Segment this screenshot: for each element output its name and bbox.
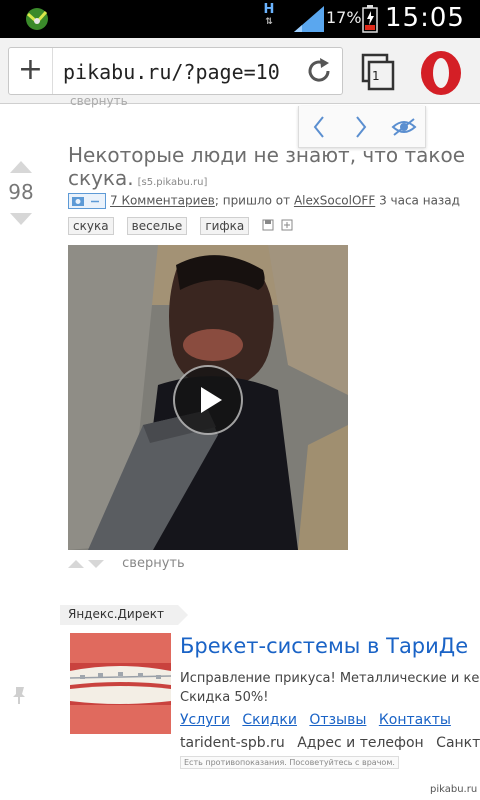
- tabs-button[interactable]: 1: [360, 52, 398, 92]
- author-link[interactable]: AlexSocolOFF: [294, 194, 375, 208]
- sent-from-label: ; пришло от: [214, 193, 294, 208]
- ad-link-discounts[interactable]: Скидки: [242, 712, 297, 728]
- signal-icon: [294, 6, 324, 32]
- network-type: H ⇅: [263, 2, 275, 27]
- watermark: pikabu.ru: [430, 784, 478, 795]
- post-source: [s5.pikabu.ru]: [137, 177, 208, 188]
- ad-text-line: Скидка 50%!: [180, 690, 269, 705]
- ad-domain-row: tarident-spb.ru Адрес и телефон Санкт-П: [180, 735, 480, 751]
- hide-eye-icon[interactable]: [391, 115, 417, 139]
- play-button[interactable]: [173, 365, 243, 435]
- teeth-image: [70, 633, 171, 734]
- post-title-text[interactable]: Некоторые люди не знают, что такое скука…: [68, 143, 465, 190]
- clock: 15:05: [385, 3, 465, 33]
- tag[interactable]: гифка: [200, 217, 250, 235]
- ad-text-line: Исправление прикуса! Металлические и кер: [180, 671, 480, 686]
- new-tab-plus-icon[interactable]: +: [9, 48, 53, 94]
- post-time: 3 часа назад: [375, 193, 460, 208]
- collapse-link[interactable]: свернуть: [122, 556, 185, 571]
- collapse-prev-link[interactable]: свернуть: [70, 94, 128, 108]
- next-arrow-icon[interactable]: [353, 115, 369, 139]
- post-tags: скука веселье гифка: [68, 215, 293, 235]
- ad-text: Исправление прикуса! Металлические и кер…: [180, 669, 480, 707]
- status-bar: H ⇅ 17% 15:05: [0, 0, 480, 38]
- prev-arrow-icon[interactable]: [311, 115, 327, 139]
- battery-percent: 17%: [326, 8, 362, 27]
- ad-title[interactable]: Брекет-системы в ТариДе: [180, 634, 468, 658]
- save-icon[interactable]: [262, 219, 274, 231]
- post-navigation: [298, 106, 426, 148]
- tabs-count: 1: [372, 69, 380, 83]
- app-notification-icon: [26, 8, 48, 30]
- ad-link-contacts[interactable]: Контакты: [379, 712, 451, 728]
- post-meta: 7 Комментариев; пришло от AlexSocolOFF 3…: [68, 193, 460, 209]
- ad-contacts[interactable]: Адрес и телефон: [297, 735, 423, 751]
- opera-menu-icon[interactable]: [418, 50, 464, 96]
- tag[interactable]: веселье: [126, 217, 188, 235]
- address-bar[interactable]: + pikabu.ru/?page=10: [8, 47, 343, 95]
- battery-icon: [362, 5, 378, 33]
- post-gif[interactable]: [68, 245, 348, 550]
- downvote-icon[interactable]: [9, 212, 33, 226]
- play-icon: [201, 387, 222, 413]
- upvote-icon[interactable]: [9, 160, 33, 174]
- ad-label: Яндекс.Директ: [60, 605, 188, 625]
- ad-link-services[interactable]: Услуги: [180, 712, 230, 728]
- ad-domain[interactable]: tarident-spb.ru: [180, 735, 285, 751]
- camera-icon: [68, 193, 106, 209]
- ad-image[interactable]: [70, 633, 171, 734]
- post-title[interactable]: Некоторые люди не знают, что такое скука…: [68, 144, 478, 194]
- url-text[interactable]: pikabu.ru/?page=10: [63, 60, 280, 84]
- reload-icon[interactable]: [304, 56, 334, 86]
- ad-links: Услуги Скидки Отзывы Контакты: [180, 712, 459, 728]
- mini-vote-icon[interactable]: [68, 559, 104, 569]
- post-score: 98: [8, 180, 34, 204]
- collapse-row: свернуть: [68, 556, 185, 571]
- ad-city: Санкт-П: [436, 735, 480, 751]
- add-tag-icon[interactable]: [281, 219, 293, 231]
- tag[interactable]: скука: [68, 217, 114, 235]
- comments-link[interactable]: 7 Комментариев: [110, 194, 215, 208]
- ad-link-reviews[interactable]: Отзывы: [309, 712, 366, 728]
- ad-warning: Есть противопоказания. Посоветуйтесь с в…: [180, 756, 399, 769]
- pin-icon[interactable]: [8, 684, 30, 706]
